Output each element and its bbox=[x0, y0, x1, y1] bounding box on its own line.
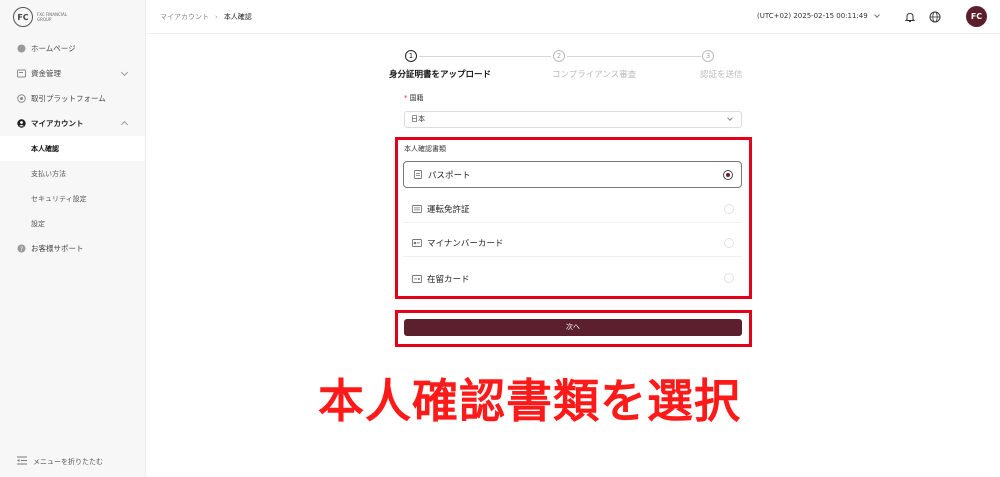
country-label-text: 国籍 bbox=[409, 94, 424, 102]
doc-option-label: パスポート bbox=[428, 170, 471, 181]
sidebar-item-funds[interactable]: 資金管理 bbox=[0, 61, 145, 86]
doc-option-residence-card[interactable]: 在留カード bbox=[403, 265, 742, 292]
sidebar-item-payment-methods[interactable]: 支払い方法 bbox=[0, 161, 145, 186]
step-connector bbox=[567, 56, 701, 57]
sidebar: FC FXC FINANCIAL GROUP ホームページ 資金管理 取引プラッ… bbox=[0, 0, 146, 477]
residence-card-icon bbox=[412, 274, 422, 283]
doc-option-label: マイナンバーカード bbox=[427, 239, 504, 249]
app-window: FC FXC FINANCIAL GROUP ホームページ 資金管理 取引プラッ… bbox=[0, 0, 1000, 477]
sidebar-item-settings[interactable]: 設定 bbox=[0, 211, 145, 236]
collapse-menu-button[interactable]: メニューを折りたたむ bbox=[17, 456, 103, 467]
radio-selected[interactable] bbox=[723, 170, 733, 180]
doc-option-passport[interactable]: パスポート bbox=[403, 161, 742, 188]
sidebar-item-my-account[interactable]: マイアカウント bbox=[0, 111, 145, 136]
id-card-icon bbox=[412, 239, 422, 247]
sidebar-item-home[interactable]: ホームページ bbox=[0, 36, 145, 61]
support-icon: ? bbox=[17, 244, 26, 253]
logo[interactable]: FC FXC FINANCIAL GROUP bbox=[13, 7, 67, 27]
radio-unselected[interactable] bbox=[724, 273, 734, 283]
wallet-icon bbox=[17, 69, 26, 78]
breadcrumb-current: 本人確認 bbox=[223, 13, 252, 21]
required-mark: * bbox=[404, 94, 408, 102]
chevron-up-icon bbox=[120, 120, 129, 129]
progress-stepper: 1 2 3 身分証明書をアップロード コンプライアンス審査 認証を送信 bbox=[389, 50, 759, 80]
user-icon bbox=[17, 119, 26, 128]
avatar[interactable]: FC bbox=[966, 6, 987, 27]
breadcrumb: マイアカウント › 本人確認 bbox=[160, 12, 252, 22]
sidebar-item-label: お客様サポート bbox=[31, 244, 84, 253]
doc-option-drivers-license[interactable]: 運転免許証 bbox=[403, 196, 742, 223]
sidebar-item-support[interactable]: ? お客様サポート bbox=[0, 236, 145, 261]
chevron-down-icon bbox=[120, 68, 129, 77]
country-select[interactable]: 日本 bbox=[404, 111, 742, 128]
step-2-label: コンプライアンス審査 bbox=[552, 70, 637, 80]
globe-icon[interactable] bbox=[928, 10, 941, 23]
bell-icon[interactable] bbox=[903, 10, 916, 23]
home-icon bbox=[17, 44, 26, 53]
sidebar-item-label: 資金管理 bbox=[31, 69, 61, 78]
breadcrumb-parent[interactable]: マイアカウント bbox=[160, 12, 209, 22]
svg-text:?: ? bbox=[20, 246, 23, 253]
annotation-text: 本人確認書類を選択 bbox=[318, 374, 741, 428]
next-button[interactable]: 次へ bbox=[404, 319, 742, 336]
logo-mark: FC bbox=[13, 7, 33, 27]
step-2-circle: 2 bbox=[553, 50, 565, 62]
step-1-circle: 1 bbox=[405, 50, 417, 62]
radio-unselected[interactable] bbox=[724, 238, 734, 248]
sidebar-item-label: 支払い方法 bbox=[31, 169, 66, 178]
sidebar-item-label: ホームページ bbox=[31, 44, 76, 53]
timezone-text: (UTC+02) 2025-02-15 00:11:49 bbox=[757, 12, 868, 20]
radio-unselected[interactable] bbox=[724, 204, 734, 214]
passport-icon bbox=[413, 170, 423, 179]
doc-option-label: 運転免許証 bbox=[427, 205, 470, 215]
sidebar-item-security[interactable]: セキュリティ設定 bbox=[0, 186, 145, 211]
sidebar-item-platform[interactable]: 取引プラットフォーム bbox=[0, 86, 145, 111]
timezone-selector[interactable]: (UTC+02) 2025-02-15 00:11:49 bbox=[757, 11, 880, 20]
sidebar-item-label: マイアカウント bbox=[31, 119, 84, 128]
country-select-value: 日本 bbox=[411, 115, 425, 123]
collapse-menu-label: メニューを折りたたむ bbox=[33, 457, 103, 466]
top-header: マイアカウント › 本人確認 (UTC+02) 2025-02-15 00:11… bbox=[146, 0, 1000, 34]
step-connector bbox=[419, 56, 551, 57]
sidebar-item-label: 取引プラットフォーム bbox=[31, 94, 106, 103]
chevron-down-icon bbox=[727, 115, 733, 121]
chevron-down-icon bbox=[873, 11, 880, 18]
step-3-label: 認証を送信 bbox=[700, 70, 743, 80]
sidebar-nav: ホームページ 資金管理 取引プラットフォーム マイアカウント 本人確認 支払い方… bbox=[0, 36, 145, 261]
license-icon bbox=[412, 205, 422, 213]
step-1-label: 身分証明書をアップロード bbox=[389, 70, 492, 80]
sidebar-item-label: 本人確認 bbox=[31, 144, 59, 153]
platform-icon bbox=[17, 94, 26, 103]
collapse-menu-icon bbox=[17, 456, 27, 467]
logo-text: FXC FINANCIAL GROUP bbox=[37, 12, 67, 22]
doc-option-label: 在留カード bbox=[427, 274, 470, 285]
sidebar-item-label: セキュリティ設定 bbox=[31, 194, 87, 203]
doc-option-my-number-card[interactable]: マイナンバーカード bbox=[403, 230, 742, 257]
step-3-circle: 3 bbox=[702, 50, 714, 62]
chevron-right-icon: › bbox=[215, 13, 218, 21]
country-label: * 国籍 bbox=[404, 93, 424, 103]
sidebar-item-label: 設定 bbox=[31, 219, 45, 228]
document-type-label: 本人確認書類 bbox=[404, 145, 446, 153]
sidebar-item-verification[interactable]: 本人確認 bbox=[0, 136, 145, 161]
